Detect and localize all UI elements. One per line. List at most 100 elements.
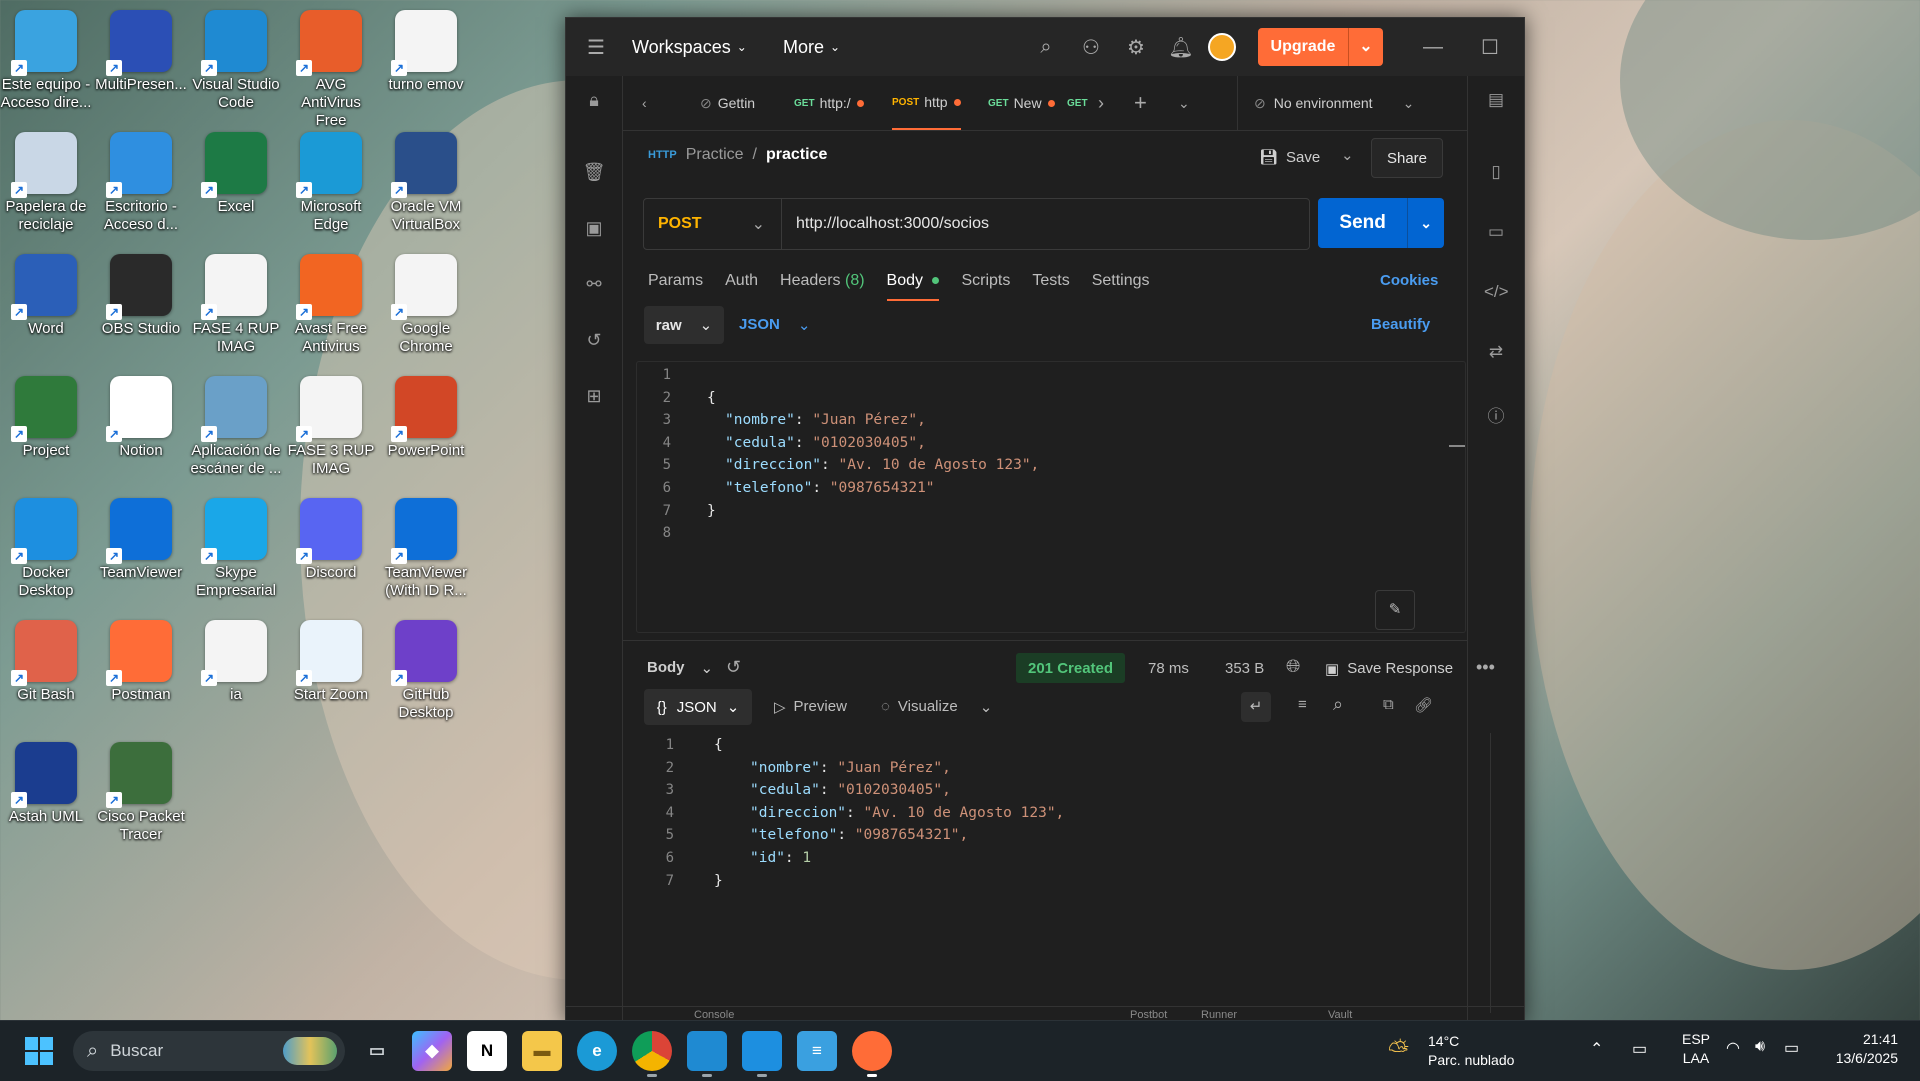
docs-icon[interactable]: ▯ xyxy=(1484,162,1508,186)
desktop-icon[interactable]: ↗ Papelera de reciclaje xyxy=(0,126,92,244)
tab-tests[interactable]: Tests xyxy=(1032,272,1069,301)
comments-icon[interactable]: ▭ xyxy=(1484,222,1508,246)
visualize-button[interactable]: ◌ Visualize ⌄ xyxy=(881,698,992,716)
chevron-down-icon[interactable]: ⌄ xyxy=(1407,198,1444,248)
body-format-selector[interactable]: JSON ⌄ xyxy=(739,316,810,334)
save-dropdown-icon[interactable]: ⌄ xyxy=(1341,146,1354,164)
search-icon[interactable]: ⌕ xyxy=(1333,694,1343,715)
code-icon[interactable]: </> xyxy=(1484,282,1509,306)
response-history-icon[interactable]: ↺ xyxy=(726,657,741,678)
tab-params[interactable]: Params xyxy=(648,272,703,301)
desktop-icon[interactable]: ↗ Git Bash xyxy=(0,614,92,732)
postman-taskbar-icon[interactable] xyxy=(852,1031,892,1077)
tablet-mode-icon[interactable]: ▭ xyxy=(1632,1039,1647,1059)
language-indicator[interactable]: ESP LAA xyxy=(1676,1031,1716,1066)
trash-icon[interactable]: 🗑︎ xyxy=(582,162,606,186)
desktop-icon[interactable]: ↗ Notion xyxy=(95,370,187,488)
status-badge[interactable]: 201 Created xyxy=(1016,653,1126,683)
clock[interactable]: 21:41 13/6/2025 xyxy=(1820,1031,1898,1066)
desktop-icon[interactable]: ↗ OBS Studio xyxy=(95,248,187,366)
filter-icon[interactable]: ≡ xyxy=(1298,696,1307,713)
desktop-icon[interactable]: ↗ Avast Free Antivirus xyxy=(285,248,377,366)
new-tab-icon[interactable]: + xyxy=(1134,76,1147,130)
environment-selector[interactable]: ⊘ No environment ⌄ xyxy=(1237,76,1442,130)
upgrade-button[interactable]: Upgrade ⌄ xyxy=(1258,28,1383,66)
response-body-selector[interactable]: Body ⌄ xyxy=(647,659,713,677)
desktop-icon[interactable]: ↗ Docker Desktop xyxy=(0,492,92,610)
request-tab[interactable]: GET New xyxy=(988,76,1055,130)
related-icon[interactable]: ⇄ xyxy=(1484,342,1508,366)
wrap-lines-icon[interactable]: ↵ xyxy=(1241,692,1271,722)
desktop-icon[interactable]: ↗ Google Chrome xyxy=(380,248,472,366)
volume-icon[interactable]: 🔊︎ xyxy=(1755,1038,1765,1056)
desktop-icon[interactable]: ↗ Cisco Packet Tracer xyxy=(95,736,187,854)
vscode-taskbar-icon[interactable] xyxy=(687,1031,727,1077)
request-tab[interactable]: POST http xyxy=(892,76,961,130)
desktop-icon[interactable]: ↗ Project xyxy=(0,370,92,488)
tab-body[interactable]: Body xyxy=(886,272,940,301)
apps-icon[interactable]: ⊞ xyxy=(582,386,606,410)
desktop-icon[interactable]: ↗ GitHub Desktop xyxy=(380,614,472,732)
chrome-taskbar-icon[interactable] xyxy=(632,1031,672,1077)
notepad-taskbar-icon[interactable]: ≡ xyxy=(797,1031,837,1071)
avatar[interactable] xyxy=(1208,18,1238,76)
tabs-scroll-left[interactable]: ‹ xyxy=(642,76,647,130)
gear-icon[interactable]: ⚙ xyxy=(1121,18,1151,76)
tab-settings[interactable]: Settings xyxy=(1092,272,1150,301)
workspaces-menu[interactable]: Workspaces ⌄ xyxy=(632,18,747,76)
send-button[interactable]: Send ⌄ xyxy=(1318,198,1444,248)
menu-icon[interactable]: ☰ xyxy=(584,18,608,76)
tabs-scroll-right[interactable]: › xyxy=(1098,76,1104,130)
method-selector[interactable]: POST ⌄ xyxy=(644,199,782,249)
response-body-viewer[interactable]: 1 {2 "nombre": "Juan Pérez", 3 "cedula": "01… xyxy=(636,733,1496,1013)
desktop-icon[interactable]: ↗ ia xyxy=(190,614,282,732)
desktop-icon[interactable]: ↗ FASE 3 RUP IMAG xyxy=(285,370,377,488)
desktop-icon[interactable]: ↗ Oracle VM VirtualBox xyxy=(380,126,472,244)
beautify-link[interactable]: Beautify xyxy=(1371,316,1430,333)
response-scrollbar[interactable] xyxy=(1490,733,1491,1013)
request-tab[interactable]: GET xyxy=(1067,76,1093,130)
history-icon[interactable]: ↺ xyxy=(582,330,606,354)
breadcrumb-collection[interactable]: Practice xyxy=(686,146,744,164)
notion-taskbar-icon[interactable]: N xyxy=(467,1031,507,1071)
desktop-icon[interactable]: ↗ Aplicación de escáner de ... xyxy=(190,370,282,488)
save-button[interactable]: 💾︎ Save xyxy=(1259,148,1320,167)
copy-icon[interactable]: ⧉ xyxy=(1383,696,1394,713)
start-button[interactable] xyxy=(25,1037,53,1065)
taskbar-search[interactable]: ⌕ Buscar xyxy=(73,1031,345,1071)
copilot-icon[interactable]: ◆ xyxy=(412,1031,452,1071)
chevron-down-icon[interactable]: ⌄ xyxy=(1348,28,1383,66)
maximize-icon[interactable]: ☐ xyxy=(1475,18,1505,76)
request-tab[interactable]: GET http:/ xyxy=(794,76,864,130)
response-size[interactable]: 353 B xyxy=(1225,660,1264,677)
task-view-icon[interactable]: ▭ xyxy=(357,1031,397,1071)
desktop-icon[interactable]: ↗ Start Zoom xyxy=(285,614,377,732)
request-body-editor[interactable]: 1 2 {3 "nombre": "Juan Pérez", 4 "cedula": "0… xyxy=(636,361,1466,633)
desktop-icon[interactable]: ↗ MultiPresen... xyxy=(95,4,187,122)
desktop-icon[interactable]: ↗ Visual Studio Code xyxy=(190,4,282,122)
bell-icon[interactable]: 🔔︎ xyxy=(1166,18,1196,76)
tabs-dropdown-icon[interactable]: ⌄ xyxy=(1178,76,1190,130)
desktop-icon[interactable]: ↗ Discord xyxy=(285,492,377,610)
request-tab[interactable]: ⊘ Gettin xyxy=(700,76,755,130)
info-icon[interactable]: ⓘ xyxy=(1484,402,1508,426)
wifi-icon[interactable]: ◠ xyxy=(1726,1038,1740,1058)
desktop-icon[interactable]: ↗ PowerPoint xyxy=(380,370,472,488)
body-mode-selector[interactable]: raw ⌄ xyxy=(644,306,724,344)
edge-taskbar-icon[interactable]: e xyxy=(577,1031,617,1071)
response-time[interactable]: 78 ms xyxy=(1148,660,1189,677)
response-format-selector[interactable]: {} JSON ⌄ xyxy=(644,689,752,725)
desktop-icon[interactable]: ↗ TeamViewer (With ID R... xyxy=(380,492,472,610)
desktop-icon[interactable]: ↗ Word xyxy=(0,248,92,366)
more-options-icon[interactable]: ••• xyxy=(1476,657,1495,678)
desktop-icon[interactable]: ↗ TeamViewer xyxy=(95,492,187,610)
minimize-icon[interactable]: — xyxy=(1418,18,1448,76)
lock-icon[interactable]: 🔒︎ xyxy=(582,90,606,114)
tab-headers[interactable]: Headers (8) xyxy=(780,272,865,301)
tab-auth[interactable]: Auth xyxy=(725,272,758,301)
desktop-icon[interactable]: ↗ Este equipo - Acceso dire... xyxy=(0,4,92,122)
tab-scripts[interactable]: Scripts xyxy=(961,272,1010,301)
search-icon[interactable]: ⌕ xyxy=(1031,18,1061,76)
desktop-icon[interactable]: ↗ Postman xyxy=(95,614,187,732)
environment-icon[interactable]: ▤ xyxy=(1484,90,1508,114)
